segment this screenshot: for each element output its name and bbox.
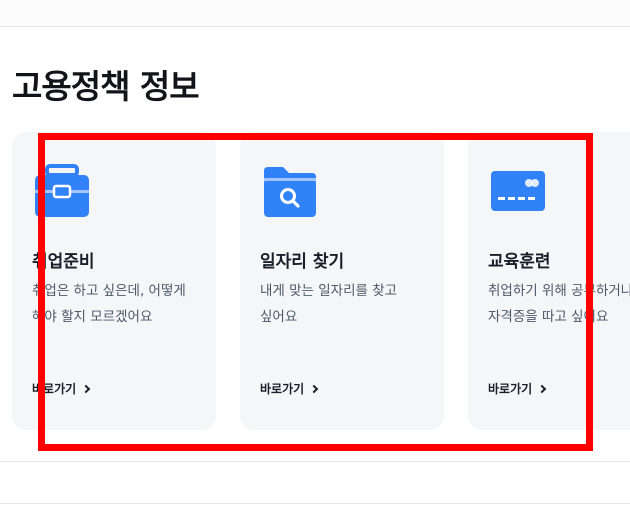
- folder-search-icon: [264, 167, 316, 217]
- go-link[interactable]: 바로가기: [488, 380, 547, 397]
- card-title: 교육훈련: [488, 252, 551, 272]
- chevron-right-icon: [309, 384, 319, 394]
- go-link-label: 바로가기: [32, 382, 77, 396]
- go-link-label: 바로가기: [488, 382, 533, 396]
- chevron-right-icon: [537, 384, 547, 394]
- card-education-training[interactable]: 교육훈련 취업하기 위해 공부하거나 자격증을 따고 싶어요 바로가기: [468, 132, 630, 430]
- top-bar: [0, 0, 630, 27]
- divider: [0, 503, 630, 504]
- go-link[interactable]: 바로가기: [32, 380, 91, 397]
- go-link-label: 바로가기: [260, 382, 305, 396]
- card-description: 내게 맞는 일자리를 찾고 싶어요: [260, 283, 398, 325]
- divider: [0, 461, 630, 462]
- card-job-search[interactable]: 일자리 찾기 내게 맞는 일자리를 찾고 싶어요 바로가기: [240, 132, 444, 430]
- briefcase-icon: [35, 164, 89, 217]
- card-description: 취업은 하고 싶은데, 어떻게 해야 할지 모르겠어요: [32, 283, 186, 325]
- card-title: 일자리 찾기: [260, 252, 345, 272]
- card-description: 취업하기 위해 공부하거나 자격증을 따고 싶어요: [488, 283, 630, 325]
- card-title: 취업준비: [32, 252, 95, 272]
- credit-card-icon: [491, 171, 545, 211]
- go-link[interactable]: 바로가기: [260, 380, 319, 397]
- chevron-right-icon: [81, 384, 91, 394]
- section-title: 고용정책 정보: [12, 67, 200, 106]
- card-job-preparation[interactable]: 취업준비 취업은 하고 싶은데, 어떻게 해야 할지 모르겠어요 바로가기: [12, 132, 216, 430]
